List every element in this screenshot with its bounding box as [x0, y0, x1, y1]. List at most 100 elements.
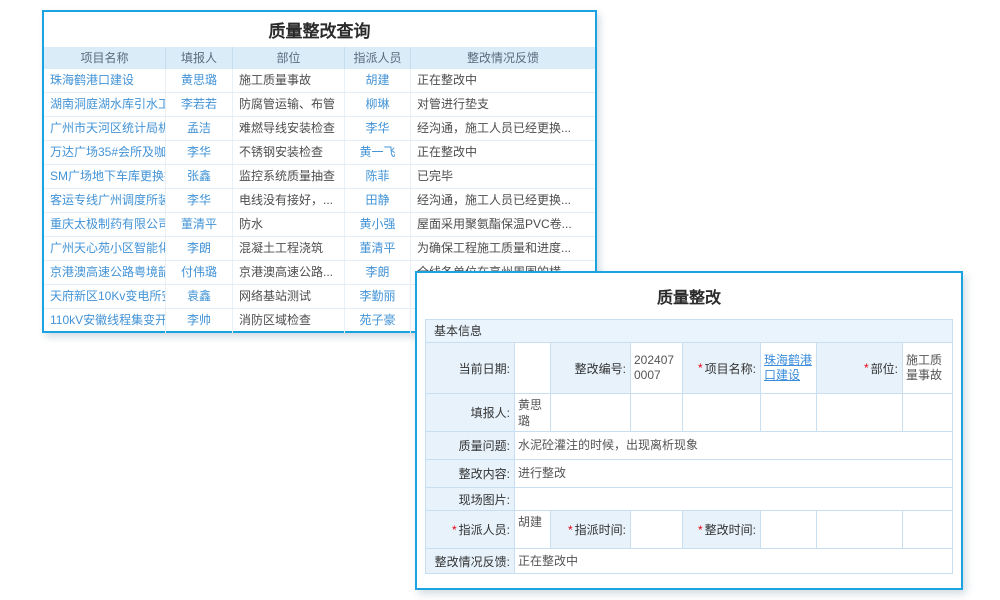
assignee-link[interactable]: 黄一飞 [345, 141, 411, 164]
form-row-issue: 质量问题: 水泥砼灌注的时候，出现离析现象 [426, 431, 952, 459]
part-cell: 消防区域检查 [233, 309, 345, 333]
project-name-link[interactable]: 广州天心苑小区智能化系统 [44, 237, 166, 260]
assignee-link[interactable]: 李勤丽 [345, 285, 411, 308]
reporter-link[interactable]: 袁鑫 [166, 285, 233, 308]
part-cell: 监控系统质量抽查 [233, 165, 345, 188]
quality-issue-field[interactable]: 水泥砼灌注的时候，出现离析现象 [514, 432, 952, 459]
assign-time-label: *指派时间: [550, 511, 630, 548]
project-name-link[interactable]: 珠海鹤港口建设 [44, 69, 166, 92]
project-name-link[interactable]: 天府新区10Kv变电所安装工 [44, 285, 166, 308]
assignee-link[interactable]: 董清平 [345, 237, 411, 260]
rectify-time-label: *整改时间: [682, 511, 760, 548]
reporter-link[interactable]: 李朗 [166, 237, 233, 260]
project-name-link[interactable]: 万达广场35#会所及咖啡厅 [44, 141, 166, 164]
table-row: 客运专线广州调度所装修项 李华 电线没有接好，... 田静 经沟通，施工人员已经… [44, 189, 595, 213]
part-cell: 施工质量事故 [233, 69, 345, 92]
rectification-content-label: 整改内容: [426, 460, 514, 487]
feedback-cell: 正在整改中 [411, 141, 595, 164]
rectify-time-field[interactable] [760, 511, 816, 548]
assignee-link[interactable]: 李朗 [345, 261, 411, 284]
table-row: 万达广场35#会所及咖啡厅 李华 不锈钢安装检查 黄一飞 正在整改中 [44, 141, 595, 165]
table-row: 重庆太极制药有限公司亳州 董清平 防水 黄小强 屋面采用聚氨酯保温PVC卷... [44, 213, 595, 237]
reporter-label: 填报人: [426, 394, 514, 431]
project-name-link[interactable]: 珠海鹤港口建设 [760, 343, 816, 393]
section-header-basic-info: 基本信息 [426, 320, 952, 342]
feedback-cell: 正在整改中 [411, 69, 595, 92]
empty-cell [630, 394, 682, 431]
reporter-link[interactable]: 孟洁 [166, 117, 233, 140]
rectification-content-field[interactable]: 进行整改 [514, 460, 952, 487]
empty-cell [550, 394, 630, 431]
required-icon: * [568, 523, 573, 537]
form-row-assignee: *指派人员: 胡建 *指派时间: *整改时间: [426, 510, 952, 548]
form-row-photo: 现场图片: [426, 487, 952, 510]
project-name-label: *项目名称: [682, 343, 760, 393]
form-table: 基本信息 当前日期: 整改编号: 2024070007 *项目名称: 珠海鹤港口… [425, 319, 953, 574]
current-date-field[interactable] [514, 343, 550, 393]
project-name-link[interactable]: 广州市天河区统计局机房改 [44, 117, 166, 140]
table-row: 广州市天河区统计局机房改 孟洁 难燃导线安装检查 李华 经沟通，施工人员已经更换… [44, 117, 595, 141]
assignee-link[interactable]: 黄小强 [345, 213, 411, 236]
form-title: 质量整改 [417, 273, 961, 319]
empty-cell [816, 511, 902, 548]
feedback-cell: 对管进行垫支 [411, 93, 595, 116]
assignee-field[interactable]: 胡建 [514, 511, 550, 548]
empty-cell [902, 394, 952, 431]
feedback-cell: 为确保工程施工质量和进度... [411, 237, 595, 260]
column-header-project: 项目名称 [44, 47, 166, 69]
part-cell: 防腐管运输、布管 [233, 93, 345, 116]
part-cell: 网络基站测试 [233, 285, 345, 308]
feedback-field[interactable]: 正在整改中 [514, 549, 952, 573]
project-name-link[interactable]: SM广场地下车库更换摄像 [44, 165, 166, 188]
table-row: 珠海鹤港口建设 黄思璐 施工质量事故 胡建 正在整改中 [44, 69, 595, 93]
table-header-row: 项目名称 填报人 部位 指派人员 整改情况反馈 [44, 47, 595, 69]
project-name-link[interactable]: 湖南洞庭湖水库引水工程旅 [44, 93, 166, 116]
required-icon: * [864, 361, 869, 375]
part-cell: 不锈钢安装检查 [233, 141, 345, 164]
table-row: 广州天心苑小区智能化系统 李朗 混凝土工程浇筑 董清平 为确保工程施工质量和进度… [44, 237, 595, 261]
assignee-link[interactable]: 胡建 [345, 69, 411, 92]
feedback-label: 整改情况反馈: [426, 549, 514, 573]
reporter-link[interactable]: 李若若 [166, 93, 233, 116]
feedback-cell: 屋面采用聚氨酯保温PVC卷... [411, 213, 595, 236]
column-header-feedback: 整改情况反馈 [411, 47, 595, 69]
reporter-link[interactable]: 付伟璐 [166, 261, 233, 284]
form-row-feedback: 整改情况反馈: 正在整改中 [426, 548, 952, 573]
required-icon: * [698, 523, 703, 537]
current-date-label: 当前日期: [426, 343, 514, 393]
project-name-link[interactable]: 110kV安徽线程集变开断线 [44, 309, 166, 333]
reporter-link[interactable]: 黄思璐 [166, 69, 233, 92]
reporter-link[interactable]: 李帅 [166, 309, 233, 333]
part-cell: 混凝土工程浇筑 [233, 237, 345, 260]
required-icon: * [698, 361, 703, 375]
form-row-basic: 当前日期: 整改编号: 2024070007 *项目名称: 珠海鹤港口建设 *部… [426, 342, 952, 393]
project-name-link[interactable]: 客运专线广州调度所装修项 [44, 189, 166, 212]
reporter-value: 黄思璐 [514, 394, 550, 431]
site-photo-field[interactable] [514, 488, 952, 510]
form-row-reporter: 填报人: 黄思璐 [426, 393, 952, 431]
assignee-link[interactable]: 苑子豪 [345, 309, 411, 333]
assignee-link[interactable]: 柳琳 [345, 93, 411, 116]
reporter-link[interactable]: 李华 [166, 141, 233, 164]
reporter-link[interactable]: 张鑫 [166, 165, 233, 188]
reporter-link[interactable]: 董清平 [166, 213, 233, 236]
column-header-reporter: 填报人 [166, 47, 233, 69]
empty-cell [760, 394, 816, 431]
part-cell: 难燃导线安装检查 [233, 117, 345, 140]
project-name-link[interactable]: 重庆太极制药有限公司亳州 [44, 213, 166, 236]
reporter-link[interactable]: 李华 [166, 189, 233, 212]
rectification-number-value: 2024070007 [630, 343, 682, 393]
part-cell: 防水 [233, 213, 345, 236]
empty-cell [816, 394, 902, 431]
assignee-link[interactable]: 田静 [345, 189, 411, 212]
project-name-link[interactable]: 京港澳高速公路粤境韶关至 [44, 261, 166, 284]
assign-time-field[interactable] [630, 511, 682, 548]
required-icon: * [452, 523, 457, 537]
quality-rectification-form-panel: 质量整改 基本信息 当前日期: 整改编号: 2024070007 *项目名称: … [415, 271, 963, 590]
assignee-link[interactable]: 李华 [345, 117, 411, 140]
assignee-link[interactable]: 陈菲 [345, 165, 411, 188]
assignee-label: *指派人员: [426, 511, 514, 548]
table-row: SM广场地下车库更换摄像 张鑫 监控系统质量抽查 陈菲 已完毕 [44, 165, 595, 189]
feedback-cell: 经沟通，施工人员已经更换... [411, 189, 595, 212]
empty-cell [682, 394, 760, 431]
